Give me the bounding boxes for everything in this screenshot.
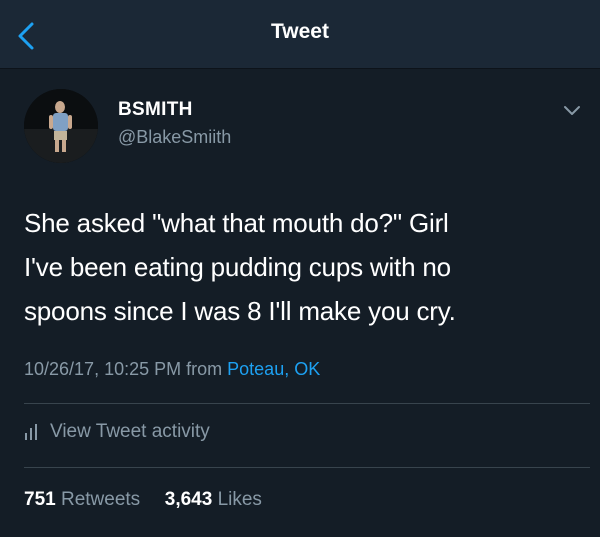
view-tweet-activity-label: View Tweet activity xyxy=(50,421,210,442)
divider xyxy=(24,467,590,468)
tweet-text-line: spoons since I was 8 I'll make you cry. xyxy=(24,296,456,326)
retweets-stat[interactable]: 751 Retweets xyxy=(24,489,145,510)
tweet-menu-button[interactable] xyxy=(560,101,584,121)
retweets-label: Retweets xyxy=(60,489,141,510)
tweet-text-line: I've been eating pudding cups with no xyxy=(24,252,451,282)
likes-stat[interactable]: 3,643 Likes xyxy=(165,489,262,510)
likes-count: 3,643 xyxy=(164,489,213,510)
tweet-stats: 751 Retweets 3,643 Likes xyxy=(24,489,262,511)
avatar-photo xyxy=(24,89,98,163)
from-label: from xyxy=(186,359,223,379)
page-title: Tweet xyxy=(271,20,329,43)
tweet-timestamp[interactable]: 10/26/17, 10:25 PM xyxy=(24,359,181,379)
chevron-down-icon xyxy=(564,106,580,115)
navigation-bar: Tweet xyxy=(0,0,600,69)
display-name[interactable]: BSMITH xyxy=(118,99,193,121)
tweet-metadata: 10/26/17, 10:25 PM from Poteau, OK xyxy=(24,359,320,380)
tweet-text: She asked "what that mouth do?" Girl I'v… xyxy=(24,201,584,333)
divider xyxy=(24,403,590,404)
tweet-text-line: She asked "what that mouth do?" Girl xyxy=(24,208,449,238)
likes-label: Likes xyxy=(217,489,262,510)
avatar[interactable] xyxy=(24,89,98,163)
tweet-detail: BSMITH @BlakeSmiith She asked "what that… xyxy=(0,69,600,537)
location-link[interactable]: Poteau, OK xyxy=(227,359,320,379)
bar-chart-icon xyxy=(25,424,37,440)
retweets-count: 751 xyxy=(24,489,56,510)
user-handle[interactable]: @BlakeSmiith xyxy=(118,127,231,148)
view-tweet-activity-button[interactable]: View Tweet activity xyxy=(24,421,210,443)
